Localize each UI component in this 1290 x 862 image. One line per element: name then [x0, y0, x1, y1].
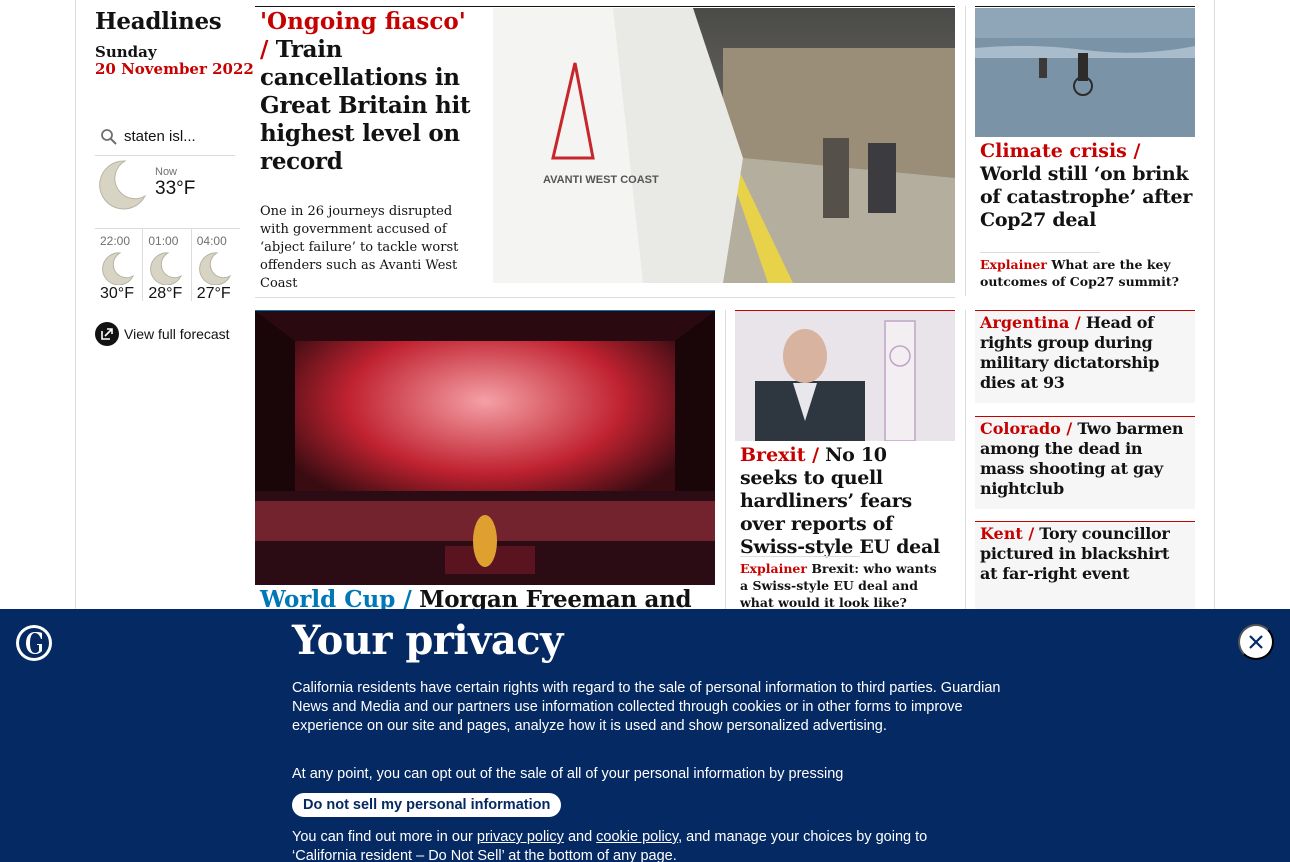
privacy-more-info: You can find out more in our privacy pol…	[292, 828, 972, 862]
external-link-icon	[95, 322, 119, 346]
brexit-explainer-kicker: Explainer	[740, 561, 807, 576]
side-story-colorado[interactable]: Colorado / Two barmen among the dead in …	[975, 416, 1195, 509]
weather-location-input[interactable]: staten isl...	[124, 128, 224, 145]
climate-explainer-link[interactable]: Explainer What are the key outcomes of C…	[980, 256, 1185, 290]
brexit-story-kicker: Brexit /	[740, 444, 820, 466]
privacy-banner: Your privacy California residents have c…	[0, 609, 1290, 862]
side-story-kicker: Kent /	[980, 524, 1035, 543]
moon-icon	[150, 252, 183, 285]
weather-hourly-forecast: 22:00 30°F 01:00 28°F 04:00 27°F	[95, 228, 240, 302]
weather-location-search[interactable]: staten isl...	[95, 118, 235, 156]
privacy-opt-out-text: At any point, you can opt out of the sal…	[292, 766, 844, 782]
brexit-minister-photo[interactable]	[735, 311, 955, 441]
brexit-explainer-link[interactable]: Explainer Brexit: who wants a Swiss-styl…	[740, 560, 945, 611]
weather-hour-time: 01:00	[148, 234, 179, 248]
privacy-title: Your privacy	[292, 617, 563, 664]
weather-now-label: Now	[155, 166, 178, 178]
sublink-rule	[740, 556, 860, 557]
guardian-logo-icon	[16, 625, 52, 661]
train-station-photo[interactable]: AVANTI WEST COAST	[493, 8, 955, 283]
main-story-standfirst: One in 26 journeys disrupted with govern…	[260, 204, 459, 291]
weather-hour: 22:00 30°F	[95, 229, 144, 302]
weather-now-temp: 33°F	[155, 178, 196, 199]
privacy-paragraph: California residents have certain rights…	[292, 680, 1001, 734]
main-story-link[interactable]: 'Ongoing fiasco' / Train cancellations i…	[260, 8, 482, 176]
row-divider	[255, 297, 955, 298]
headlines-date: 20 November 2022	[95, 60, 254, 78]
weather-hour-temp: 27°F	[196, 285, 231, 302]
close-banner-button[interactable]	[1238, 624, 1274, 660]
search-icon	[101, 128, 117, 145]
column-divider	[965, 6, 966, 296]
weather-hour: 04:00 27°F	[192, 229, 240, 302]
privacy-and-text: and	[567, 829, 593, 845]
side-story-kent[interactable]: Kent / Tory councillor pictured in black…	[975, 521, 1195, 609]
climate-story-link[interactable]: Climate crisis / World still ‘on brink o…	[980, 140, 1195, 232]
weather-hour: 01:00 28°F	[143, 229, 192, 302]
view-full-forecast-label: View full forecast	[124, 326, 230, 342]
climate-story-headline: World still ‘on brink of catastrophe’ af…	[980, 163, 1193, 231]
moon-icon	[99, 160, 147, 210]
cookie-policy-link[interactable]: cookie policy	[596, 829, 678, 845]
privacy-more-info-text: You can find out more in our	[292, 829, 473, 845]
side-story-argentina[interactable]: Argentina / Head of rights group during …	[975, 310, 1195, 403]
do-not-sell-button[interactable]: Do not sell my personal information	[292, 793, 562, 817]
column-divider	[965, 310, 966, 610]
headlines-title: Headlines	[95, 8, 222, 35]
flood-photo[interactable]	[975, 8, 1195, 137]
photo-train-branding: AVANTI WEST COAST	[543, 174, 659, 186]
climate-story-kicker: Climate crisis /	[980, 140, 1141, 162]
moon-icon	[102, 252, 134, 285]
headlines-day: Sunday	[95, 43, 157, 61]
brexit-story-link[interactable]: Brexit / No 10 seeks to quell hardliners…	[740, 444, 950, 559]
close-icon	[1249, 635, 1263, 649]
sublink-rule	[980, 252, 1100, 253]
world-cup-stadium-photo[interactable]	[255, 311, 715, 585]
section-rule	[255, 6, 955, 7]
side-story-kicker: Argentina /	[980, 313, 1081, 332]
side-story-kicker: Colorado /	[980, 419, 1073, 438]
weather-hour-time: 22:00	[100, 234, 131, 248]
moon-icon	[198, 252, 231, 285]
climate-explainer-kicker: Explainer	[980, 257, 1047, 272]
section-rule	[975, 6, 1195, 7]
weather-hour-time: 04:00	[196, 234, 227, 248]
weather-hour-temp: 30°F	[100, 285, 134, 302]
main-story-headline: Train cancellations in Great Britain hit…	[260, 36, 471, 175]
weather-hour-temp: 28°F	[148, 285, 183, 302]
view-full-forecast-link[interactable]: View full forecast	[95, 322, 230, 346]
privacy-policy-link[interactable]: privacy policy	[477, 829, 564, 845]
column-divider	[725, 310, 726, 610]
